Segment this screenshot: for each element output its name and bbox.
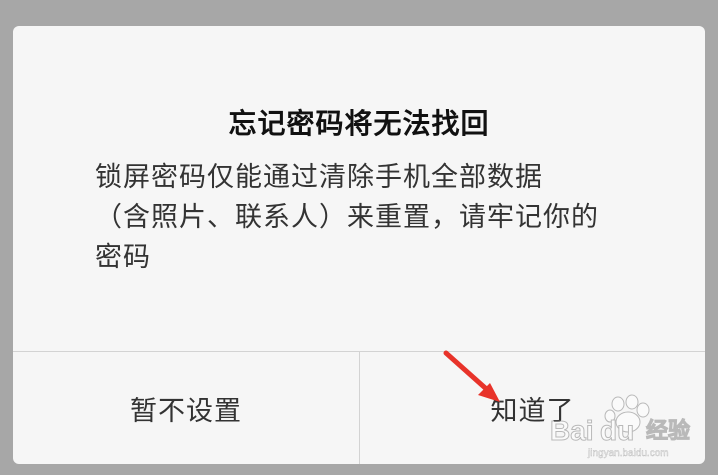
- svg-text:du: du: [600, 415, 634, 446]
- message-line: 密码: [95, 242, 151, 273]
- message-line: （含照片、联系人）来重置，请牢记你的: [95, 202, 599, 233]
- dialog-title: 忘记密码将无法找回: [228, 107, 490, 140]
- baidu-watermark-logo: Bai du 经验 jingyan.baidu.com: [550, 394, 691, 459]
- svg-text:经验: 经验: [646, 418, 690, 444]
- dialog-message: 锁屏密码仅能通过清除手机全部数据 （含照片、联系人）来重置，请牢记你的 密码: [95, 158, 655, 278]
- red-arrow-icon: [443, 350, 500, 402]
- cancel-button[interactable]: 暂不设置: [13, 352, 359, 464]
- message-line: 锁屏密码仅能通过清除手机全部数据: [95, 162, 543, 193]
- svg-text:Bai: Bai: [550, 415, 594, 446]
- svg-text:jingyan.baidu.com: jingyan.baidu.com: [587, 448, 669, 459]
